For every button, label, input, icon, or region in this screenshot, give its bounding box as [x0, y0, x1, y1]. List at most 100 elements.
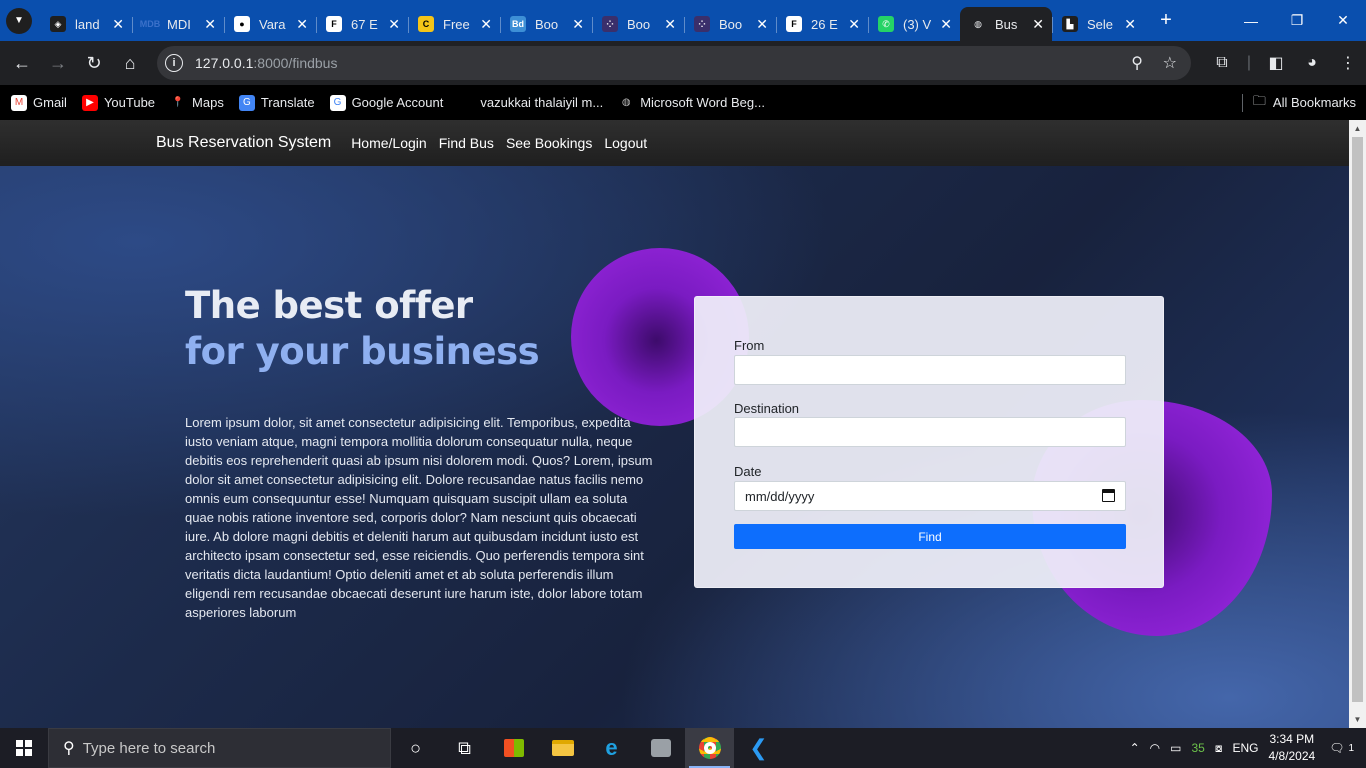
zoom-icon[interactable]: ⚲	[1131, 53, 1143, 73]
tab-close-icon[interactable]: ✕	[480, 16, 492, 33]
folder-icon: 🗀	[1252, 92, 1266, 108]
date-placeholder: mm/dd/yyyy	[745, 488, 815, 504]
windows-taskbar: ⚲ Type here to search ○ ⧉ e ❮ ⌃ ◠ ▭ 35 ⧇…	[0, 728, 1366, 768]
search-icon: ⚲	[63, 740, 75, 757]
vscode-icon[interactable]: ❮	[734, 728, 783, 768]
profile-avatar[interactable]: ◕	[1294, 45, 1330, 81]
date-input[interactable]: mm/dd/yyyy	[734, 481, 1126, 511]
scroll-up-icon[interactable]: ▲	[1349, 120, 1366, 137]
scrollbar-thumb[interactable]	[1352, 137, 1363, 702]
tab-favicon-icon: ✆	[878, 16, 894, 32]
browser-tab[interactable]: F 67 E ✕	[316, 7, 408, 41]
screen-icon[interactable]: ⧇	[1215, 741, 1223, 756]
from-input[interactable]	[734, 355, 1126, 385]
tab-title: Boo	[719, 16, 743, 32]
tab-favicon-icon: Bd	[510, 16, 526, 32]
tab-favicon-icon: ⁘	[602, 16, 618, 32]
start-button[interactable]	[0, 728, 48, 768]
clock[interactable]: 3:34 PM 4/8/2024	[1268, 731, 1315, 765]
task-view-icon[interactable]: ⧉	[440, 728, 489, 768]
browser-tab[interactable]: ✆ (3) V ✕	[868, 7, 960, 41]
browser-tab[interactable]: ◍ Bus ✕	[960, 7, 1052, 41]
home-button[interactable]: ⌂	[112, 45, 148, 81]
extensions-icon[interactable]: ⧉	[1204, 45, 1240, 81]
reload-icon: ↻	[86, 52, 102, 73]
bookmark-item[interactable]: M Gmail	[11, 94, 67, 111]
forward-button[interactable]: →	[40, 45, 76, 81]
bookmark-item[interactable]: G Google Account	[329, 94, 444, 111]
tab-close-icon[interactable]: ✕	[848, 16, 860, 33]
side-panel-icon[interactable]: ◧	[1258, 45, 1294, 81]
url-text[interactable]: 127.0.0.1:8000/findbus	[195, 55, 337, 71]
taskbar-search[interactable]: ⚲ Type here to search	[48, 728, 391, 768]
bookmarks-list: M Gmail ▶ YouTube 📍 Maps G Translate G Google Acc…	[11, 94, 780, 111]
browser-tab-strip: ▼ ◈ land ✕ MDB MDI ✕ ● Vara ✕ F 67 E ✕ C Free ✕ Bd Boo ✕ ⁘…	[0, 0, 1366, 41]
network-icon[interactable]: ◠	[1150, 741, 1160, 755]
cortana-icon[interactable]: ○	[391, 728, 440, 768]
tab-favicon-icon: F	[786, 16, 802, 32]
nav-link-home-login[interactable]: Home/Login	[351, 135, 427, 151]
tab-close-icon[interactable]: ✕	[204, 16, 216, 33]
browser-tab[interactable]: MDB MDI ✕	[132, 7, 224, 41]
tab-search-button[interactable]: ▼	[6, 7, 32, 34]
bookmark-item[interactable]: ▶ YouTube	[81, 94, 155, 111]
bookmark-favicon-icon: ◍	[621, 97, 631, 108]
browser-tab[interactable]: C Free ✕	[408, 7, 500, 41]
address-bar[interactable]: i 127.0.0.1:8000/findbus ⚲ ☆	[157, 46, 1191, 80]
navbar-brand[interactable]: Bus Reservation System	[156, 134, 331, 152]
bookmark-item[interactable]: vazukkai thalaiyil m...	[458, 95, 603, 111]
browser-tab[interactable]: ▙ Sele ✕	[1052, 7, 1144, 41]
bookmark-label: Translate	[260, 95, 315, 110]
browser-tab[interactable]: ⁘ Boo ✕	[592, 7, 684, 41]
tab-close-icon[interactable]: ✕	[756, 16, 768, 33]
nav-link-see-bookings[interactable]: See Bookings	[506, 135, 592, 151]
bookmark-item[interactable]: ◍ Microsoft Word Beg...	[618, 95, 765, 111]
destination-input[interactable]	[734, 417, 1126, 447]
find-button[interactable]: Find	[734, 524, 1126, 549]
tab-close-icon[interactable]: ✕	[1124, 16, 1136, 33]
battery-icon[interactable]: ▭	[1170, 741, 1181, 755]
tab-close-icon[interactable]: ✕	[112, 16, 124, 33]
tab-close-icon[interactable]: ✕	[940, 16, 952, 33]
site-info-icon[interactable]: i	[165, 54, 183, 72]
reload-button[interactable]: ↻	[76, 45, 112, 81]
language-indicator[interactable]: ENG	[1232, 741, 1258, 755]
close-icon: ✕	[1337, 12, 1349, 28]
restore-button[interactable]: ❐	[1274, 0, 1320, 41]
nav-link-find-bus[interactable]: Find Bus	[439, 135, 494, 151]
scroll-down-icon[interactable]: ▼	[1349, 711, 1366, 728]
new-tab-button[interactable]: +	[1152, 7, 1180, 35]
page-scrollbar[interactable]: ▲ ▼	[1349, 120, 1366, 728]
close-window-button[interactable]: ✕	[1320, 0, 1366, 41]
browser-tab[interactable]: F 26 E ✕	[776, 7, 868, 41]
browser-tab[interactable]: ● Vara ✕	[224, 7, 316, 41]
edge-icon[interactable]: e	[587, 728, 636, 768]
calendar-icon[interactable]	[1102, 489, 1115, 502]
chevron-up-icon[interactable]: ⌃	[1130, 741, 1140, 755]
back-button[interactable]: ←	[4, 45, 40, 81]
tab-close-icon[interactable]: ✕	[388, 16, 400, 33]
chrome-icon[interactable]	[685, 728, 734, 768]
tab-close-icon[interactable]: ✕	[1032, 16, 1044, 33]
url-path: :8000/findbus	[253, 55, 338, 71]
bookmark-star-icon[interactable]: ☆	[1163, 53, 1177, 73]
tab-close-icon[interactable]: ✕	[664, 16, 676, 33]
hero-paragraph: Lorem ipsum dolor, sit amet consectetur …	[185, 415, 653, 620]
store-bag-icon[interactable]	[636, 728, 685, 768]
bookmark-item[interactable]: G Translate	[238, 94, 315, 111]
browser-tab[interactable]: ⁘ Boo ✕	[684, 7, 776, 41]
bookmark-label: Google Account	[351, 95, 444, 110]
notification-icon[interactable]: 🗨	[1329, 741, 1344, 755]
browser-tab[interactable]: Bd Boo ✕	[500, 7, 592, 41]
tab-close-icon[interactable]: ✕	[296, 16, 308, 33]
minimize-button[interactable]: —	[1228, 0, 1274, 41]
nav-link-logout[interactable]: Logout	[604, 135, 647, 151]
tab-close-icon[interactable]: ✕	[572, 16, 584, 33]
bookmark-item[interactable]: 📍 Maps	[170, 95, 224, 111]
file-explorer-icon[interactable]	[538, 728, 587, 768]
tab-list: ◈ land ✕ MDB MDI ✕ ● Vara ✕ F 67 E ✕ C Free ✕ Bd Boo ✕ ⁘ Bo…	[40, 0, 1144, 41]
microsoft-store-icon[interactable]	[489, 728, 538, 768]
browser-tab[interactable]: ◈ land ✕	[40, 7, 132, 41]
all-bookmarks-button[interactable]: 🗀 All Bookmarks	[1241, 85, 1356, 120]
menu-kebab-icon[interactable]: ⋮	[1330, 45, 1366, 81]
